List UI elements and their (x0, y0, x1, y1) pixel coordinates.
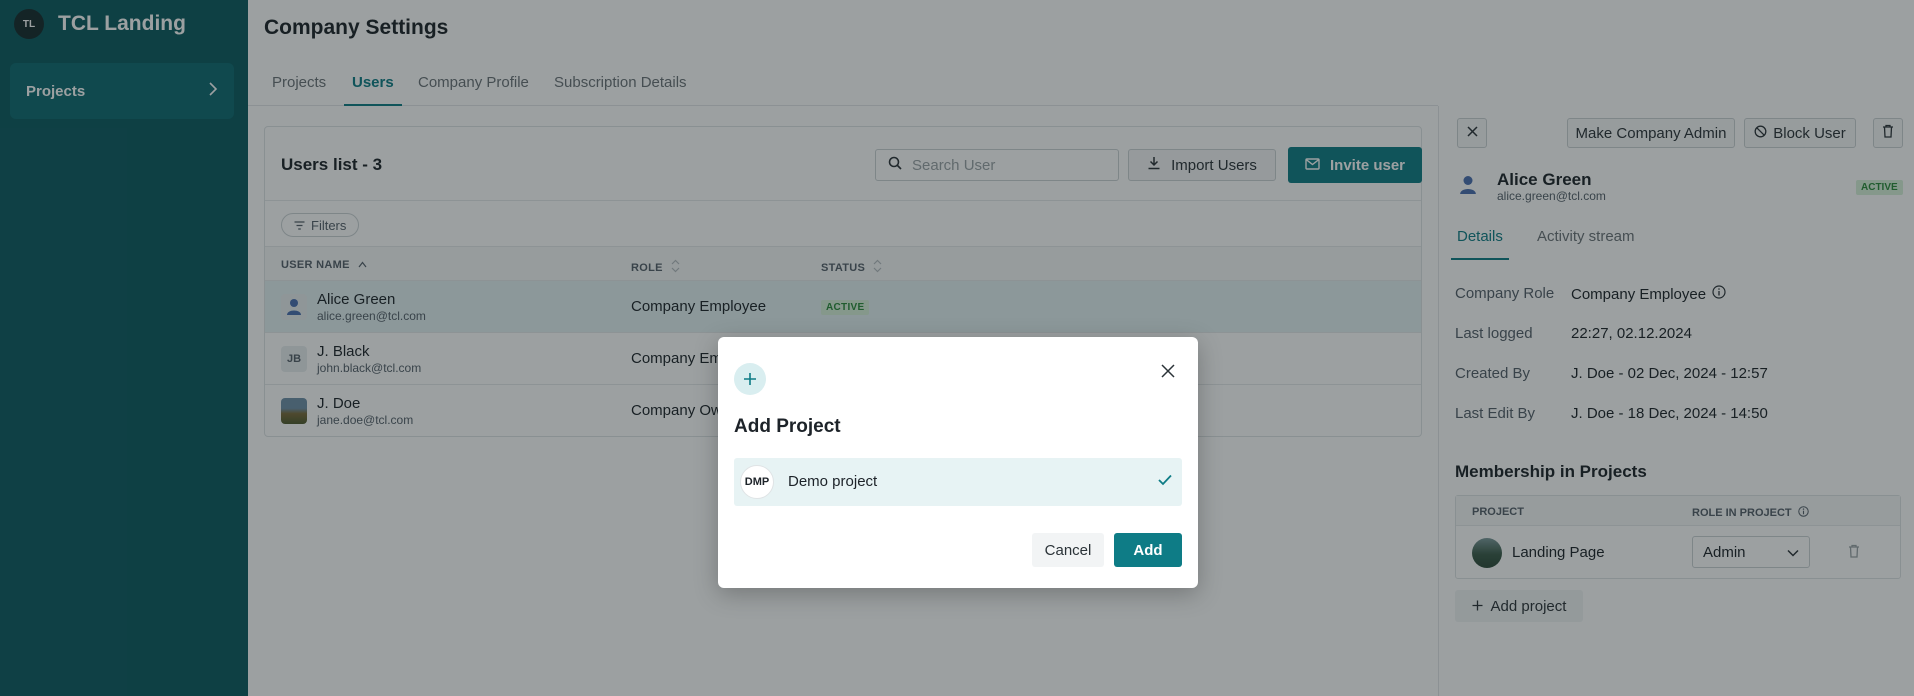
check-icon (1158, 473, 1172, 491)
close-icon (1161, 363, 1175, 383)
add-project-modal: Add Project DMP Demo project Cancel Add (718, 337, 1198, 588)
project-badge: DMP (740, 465, 774, 499)
cancel-button[interactable]: Cancel (1032, 533, 1104, 567)
add-button[interactable]: Add (1114, 533, 1182, 567)
plus-icon (734, 363, 766, 395)
project-option-demo[interactable]: DMP Demo project (734, 458, 1182, 506)
close-modal-button[interactable] (1156, 361, 1180, 385)
modal-title: Add Project (734, 416, 841, 437)
project-option-label: Demo project (788, 473, 878, 490)
